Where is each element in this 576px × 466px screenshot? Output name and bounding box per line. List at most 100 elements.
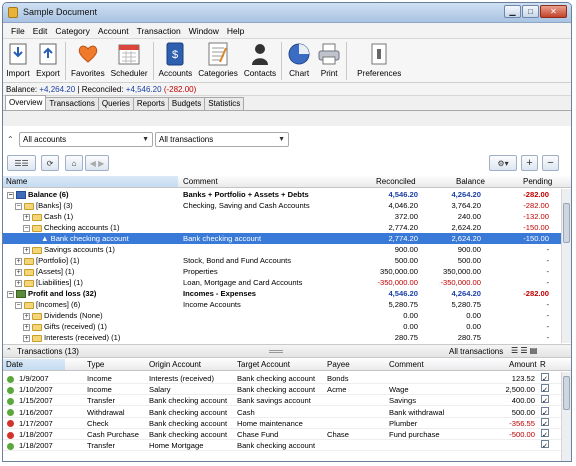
app-window: Sample Document ▁ □ ✕ File Edit Category… [2,2,572,462]
remove-button[interactable]: − [542,155,559,171]
import-button[interactable]: Import [3,41,33,81]
cell-payee: Chase [327,430,349,439]
grid-row-profit-and-loss[interactable]: − Profit and loss (32) Incomes - Expenses… [3,288,561,299]
accounts-filter-select[interactable]: All accounts ▼ [19,132,153,147]
reconciled-checkbox[interactable]: ✓ [541,417,549,428]
reconciled-checkbox[interactable]: ✓ [541,395,549,405]
grid-row-checking-accounts[interactable]: − Checking accounts (1) 2,774.20 2,624.20… [3,222,561,233]
accounts-grid-scrollbar[interactable] [561,189,571,343]
toolbar: Import Export Favorites Scheduler $ Acco… [3,39,571,83]
scrollbar-thumb[interactable] [563,376,570,410]
col-reconciled[interactable]: Reconciled [376,177,416,186]
transaction-row[interactable]: 1/17/2007 Check Bank checking account Home … [3,417,561,429]
tab-transactions[interactable]: Transactions [45,97,99,110]
reconciled-checkbox[interactable]: ✓ [541,406,549,417]
transactions-filter-select[interactable]: All transactions ▼ [155,132,289,147]
transaction-row[interactable]: 1/16/2007 Withdrawal Bank checking account… [3,406,561,418]
cell-origin: Bank checking account [149,396,228,406]
col-reconciled-flag[interactable]: R [540,360,546,369]
accounts-grid-header: Name Comment Reconciled Balance Pending [3,176,571,188]
menu-help[interactable]: Help [223,26,248,36]
grid-row-interests[interactable]: + Interests (received) (1) 280.75 280.75 … [3,332,561,343]
tab-budgets[interactable]: Budgets [167,97,206,110]
splitter-grip[interactable] [269,350,283,353]
transactions-view-toggles[interactable]: ☰ ☰ ▤ [511,346,537,355]
app-icon [8,7,18,18]
home-button[interactable]: ⌂ [65,155,83,171]
transactions-splitter[interactable]: ⌃ Transactions (13) All transactions ☰ ☰… [3,344,571,358]
reconciled-checkbox[interactable]: ✓ [541,429,549,439]
export-button[interactable]: Export [33,41,63,81]
grid-row-bank-checking-account[interactable]: ▲ Bank checking account Bank checking ac… [3,233,561,244]
transaction-row[interactable]: 1/10/2007 Income Salary Bank checking accou… [3,384,561,396]
grid-row-liabilities[interactable]: + [Liabilities] (1) Loan, Mortgage and Ca… [3,277,561,288]
scrollbar-thumb[interactable] [563,203,570,243]
menu-edit[interactable]: Edit [29,26,52,36]
transaction-row[interactable]: 1/18/2007 Cash Purchase Bank checking acco… [3,429,561,440]
import-icon [6,42,30,66]
minimize-button[interactable]: ▁ [504,5,521,18]
col-amount[interactable]: Amount [509,360,537,369]
col-balance[interactable]: Balance [456,177,485,186]
tab-overview[interactable]: Overview [5,95,47,110]
reconciled-checkbox[interactable]: ✓ [541,440,549,450]
menu-account[interactable]: Account [94,26,133,36]
grid-row-incomes[interactable]: − [Incomes] (6) Income Accounts 5,280.75 … [3,299,561,310]
grid-row-portfolio[interactable]: + [Portfolio] (1) Stock, Bond and Fund Ac… [3,255,561,266]
preferences-button[interactable]: Preferences [349,41,409,81]
col-payee[interactable]: Payee [327,360,350,369]
contacts-button[interactable]: Contacts [241,41,279,81]
tab-reports[interactable]: Reports [132,97,169,110]
grid-row-dividends[interactable]: + Dividends (None) 0.00 0.00 - [3,310,561,321]
maximize-button[interactable]: □ [522,5,539,18]
add-button[interactable]: + [521,155,538,171]
categories-button[interactable]: Categories [195,41,241,81]
transactions-scrollbar[interactable] [561,372,571,461]
scheduler-button[interactable]: Scheduler [108,41,151,81]
col-date[interactable]: Date [3,359,65,370]
grid-row-savings-accounts[interactable]: + Savings accounts (1) 900.00 900.00 - [3,244,561,255]
col-pending[interactable]: Pending [523,177,552,186]
cell-origin: Interests (received) [149,374,214,383]
reconciled-checkbox[interactable]: ✓ [541,384,549,394]
menu-category[interactable]: Category [51,26,94,36]
grid-row-gifts[interactable]: + Gifts (received) (1) 0.00 0.00 - [3,321,561,332]
status-dot-icon [7,375,14,383]
cell-comment: Wage [389,385,409,395]
menu-file[interactable]: File [7,26,29,36]
col-origin[interactable]: Origin Account [149,360,201,369]
back-forward-buttons[interactable]: ◀ ▶ [85,155,109,171]
transaction-row[interactable]: 1/15/2007 Transfer Bank checking account Ba… [3,395,561,407]
reconciled-checkbox[interactable]: ✓ [541,373,549,383]
contacts-icon [248,42,272,66]
chart-button[interactable]: Chart [284,41,314,81]
col-comment[interactable]: Comment [389,360,424,369]
menu-window[interactable]: Window [185,26,223,36]
heart-icon [76,42,100,66]
plus-icon: + [526,157,533,169]
transaction-row[interactable]: 1/18/2007 Transfer Home Mortgage Bank check… [3,440,561,452]
col-comment[interactable]: Comment [183,177,218,186]
list-view-toggle[interactable]: ☰☰ [7,155,36,171]
grid-row-banks[interactable]: − [Banks] (3) Checking, Saving and Cash A… [3,200,561,211]
cell-payee: Bonds [327,374,349,383]
settings-menu-button[interactable]: ⚙▾ [489,155,517,171]
col-name[interactable]: Name [3,176,178,187]
col-type[interactable]: Type [87,360,104,369]
print-button[interactable]: Print [314,41,344,81]
collapse-filter-icon[interactable]: ⌃ [7,135,14,144]
refresh-button[interactable]: ⟳ [41,155,59,171]
favorites-button[interactable]: Favorites [68,41,108,81]
close-button[interactable]: ✕ [540,5,567,18]
tab-queries[interactable]: Queries [97,97,134,110]
collapse-icon[interactable]: ⌃ [6,347,12,355]
tab-statistics[interactable]: Statistics [204,97,245,110]
menu-transaction[interactable]: Transaction [133,26,185,36]
transactions-filter[interactable]: All transactions [449,347,503,356]
grid-row-assets[interactable]: + [Assets] (1) Properties 350,000.00 350,… [3,266,561,277]
accounts-button[interactable]: $ Accounts [156,41,196,81]
grid-row-balance[interactable]: − Balance (6) Banks + Portfolio + Assets … [3,189,561,200]
col-target[interactable]: Target Account [237,360,290,369]
transaction-row[interactable]: 1/9/2007 Income Interests (received) Bank c… [3,373,561,384]
grid-row-cash[interactable]: + Cash (1) 372.00 240.00 -132.00 [3,211,561,222]
